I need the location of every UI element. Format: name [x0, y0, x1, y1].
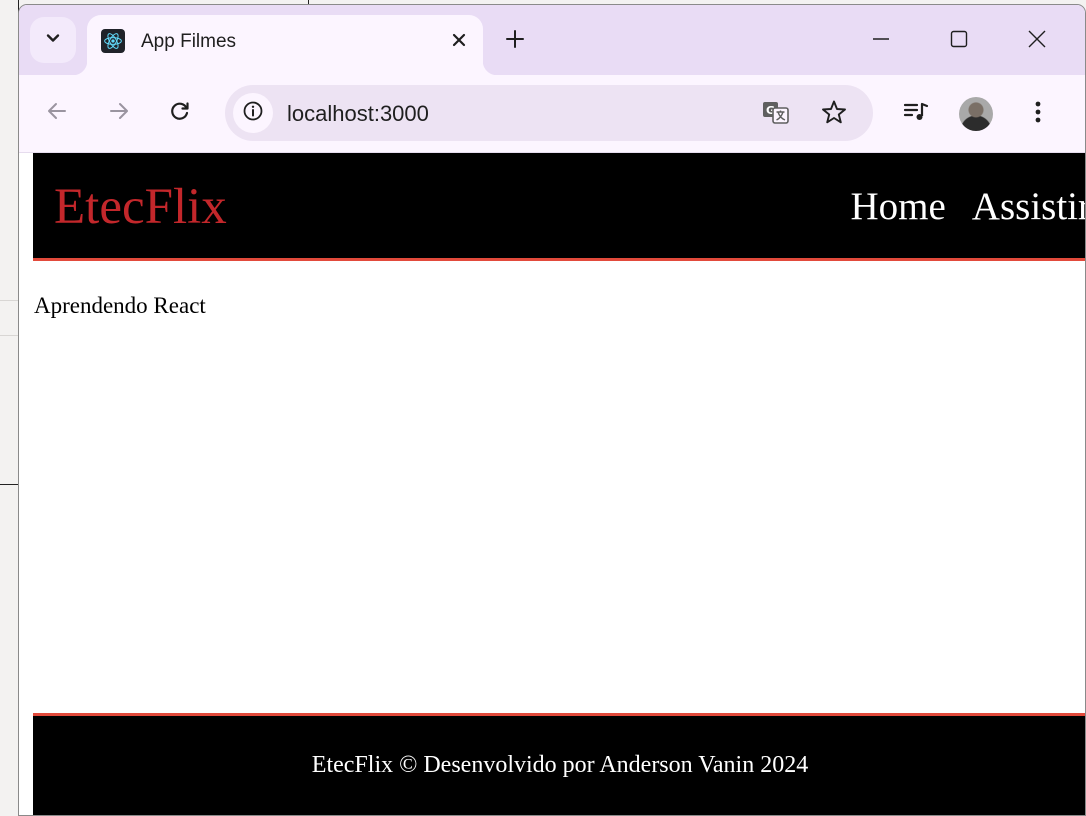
- star-icon: [821, 99, 847, 129]
- close-icon: [1027, 29, 1047, 53]
- nav-link-assistir[interactable]: Assistir: [972, 183, 1085, 231]
- new-tab-button[interactable]: [499, 25, 531, 57]
- tab-app-filmes[interactable]: App Filmes: [73, 15, 497, 75]
- plus-icon: [505, 29, 525, 53]
- info-icon: [242, 100, 264, 126]
- translate-icon: G: [762, 99, 790, 129]
- forward-button[interactable]: [101, 95, 137, 131]
- tab-close-button[interactable]: [445, 27, 473, 55]
- back-button[interactable]: [39, 95, 75, 131]
- more-vertical-icon: [1034, 99, 1042, 129]
- avatar[interactable]: [959, 97, 993, 131]
- footer-text: EtecFlix © Desenvolvido por Anderson Van…: [311, 752, 809, 778]
- close-icon: [452, 32, 466, 51]
- site-header: EtecFlix Home Assistir: [33, 153, 1085, 261]
- site-logo[interactable]: EtecFlix: [54, 177, 227, 237]
- site-footer: EtecFlix © Desenvolvido por Anderson Van…: [33, 713, 1085, 815]
- menu-button[interactable]: [1023, 97, 1053, 131]
- tab-title: App Filmes: [141, 31, 237, 52]
- browser-toolbar: localhost:3000 G: [19, 75, 1085, 153]
- chevron-down-icon: [45, 30, 61, 50]
- media-control-button[interactable]: [899, 97, 933, 131]
- nav-link-home[interactable]: Home: [850, 183, 945, 231]
- minimize-button[interactable]: [861, 23, 901, 59]
- address-bar[interactable]: localhost:3000 G: [225, 85, 873, 141]
- media-control-icon: [903, 101, 929, 127]
- minimize-icon: [871, 29, 891, 53]
- tab-strip: App Filmes: [19, 5, 1085, 75]
- bookmark-button[interactable]: [817, 97, 851, 131]
- maximize-icon: [949, 29, 969, 53]
- translate-button[interactable]: G: [759, 97, 793, 131]
- reload-button[interactable]: [162, 95, 198, 131]
- main-content-text: Aprendendo React: [34, 293, 206, 318]
- tab-search-button[interactable]: [30, 17, 76, 63]
- browser-window: App Filmes localhost:3000 G EtecFlix Hom…: [18, 4, 1086, 816]
- site-info-button[interactable]: [233, 93, 273, 133]
- arrow-left-icon: [46, 100, 68, 126]
- react-logo-icon: [101, 29, 125, 53]
- page-viewport: EtecFlix Home Assistir Aprendendo React …: [33, 153, 1085, 815]
- url-text[interactable]: localhost:3000: [287, 101, 429, 127]
- site-nav: Home Assistir: [850, 183, 1085, 231]
- close-window-button[interactable]: [1017, 23, 1057, 59]
- maximize-button[interactable]: [939, 23, 979, 59]
- arrow-right-icon: [108, 100, 130, 126]
- reload-icon: [169, 100, 191, 126]
